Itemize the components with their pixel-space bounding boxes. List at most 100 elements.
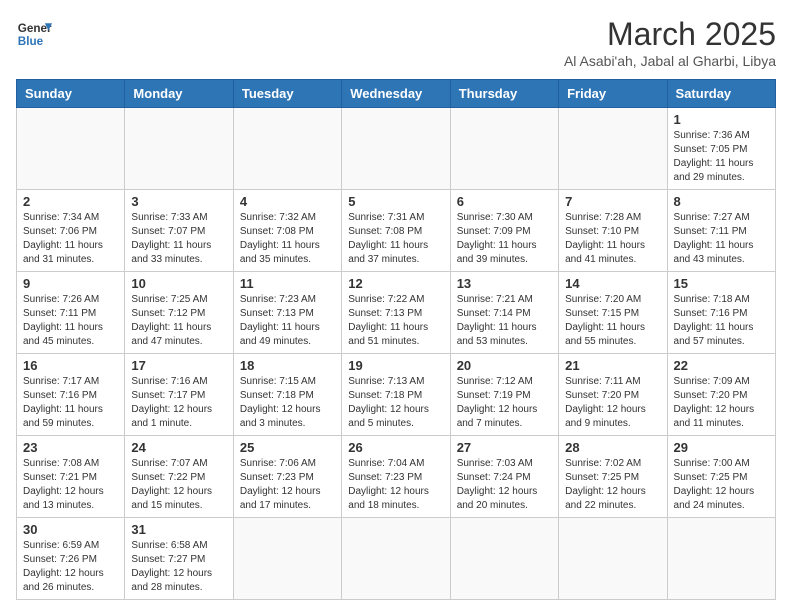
day-number: 28: [565, 440, 660, 455]
day-info: Sunrise: 7:31 AM Sunset: 7:08 PM Dayligh…: [348, 211, 443, 267]
calendar-cell: 27 Sunrise: 7:03 AM Sunset: 7:24 PM Dayli…: [450, 436, 558, 518]
calendar-cell: 31 Sunrise: 6:58 AM Sunset: 7:27 PM Dayli…: [125, 518, 233, 600]
day-number: 4: [240, 194, 335, 209]
calendar-cell: [233, 518, 341, 600]
calendar-cell: 9Sunrise: 7:26 AM Sunset: 7:11 PM Daylig…: [17, 272, 125, 354]
day-info: Sunrise: 7:04 AM Sunset: 7:23 PM Dayligh…: [348, 457, 443, 513]
calendar: SundayMondayTuesdayWednesdayThursdayFrid…: [16, 79, 776, 600]
calendar-cell: 2 Sunrise: 7:34 AM Sunset: 7:06 PM Daylig…: [17, 190, 125, 272]
day-number: 17: [131, 358, 226, 373]
day-info: Sunrise: 7:36 AM Sunset: 7:05 PM Dayligh…: [674, 129, 769, 185]
day-info: Sunrise: 7:00 AM Sunset: 7:25 PM Dayligh…: [674, 457, 769, 513]
calendar-cell: 5 Sunrise: 7:31 AM Sunset: 7:08 PM Daylig…: [342, 190, 450, 272]
day-info: Sunrise: 6:59 AM Sunset: 7:26 PM Dayligh…: [23, 539, 118, 595]
day-number: 5: [348, 194, 443, 209]
day-number: 2: [23, 194, 118, 209]
calendar-cell: 29 Sunrise: 7:00 AM Sunset: 7:25 PM Dayli…: [667, 436, 775, 518]
day-info: Sunrise: 7:21 AM Sunset: 7:14 PM Dayligh…: [457, 293, 552, 349]
calendar-week-1: 2 Sunrise: 7:34 AM Sunset: 7:06 PM Daylig…: [17, 190, 776, 272]
calendar-cell: [559, 518, 667, 600]
day-number: 31: [131, 522, 226, 537]
day-info: Sunrise: 7:34 AM Sunset: 7:06 PM Dayligh…: [23, 211, 118, 267]
calendar-cell: [233, 108, 341, 190]
calendar-header-row: SundayMondayTuesdayWednesdayThursdayFrid…: [17, 80, 776, 108]
day-number: 12: [348, 276, 443, 291]
day-info: Sunrise: 7:32 AM Sunset: 7:08 PM Dayligh…: [240, 211, 335, 267]
day-info: Sunrise: 7:02 AM Sunset: 7:25 PM Dayligh…: [565, 457, 660, 513]
day-info: Sunrise: 7:11 AM Sunset: 7:20 PM Dayligh…: [565, 375, 660, 431]
calendar-cell: 30Sunrise: 6:59 AM Sunset: 7:26 PM Dayli…: [17, 518, 125, 600]
calendar-cell: 21 Sunrise: 7:11 AM Sunset: 7:20 PM Dayli…: [559, 354, 667, 436]
subtitle: Al Asabi'ah, Jabal al Gharbi, Libya: [564, 53, 776, 69]
day-number: 8: [674, 194, 769, 209]
day-number: 18: [240, 358, 335, 373]
day-info: Sunrise: 7:28 AM Sunset: 7:10 PM Dayligh…: [565, 211, 660, 267]
calendar-cell: 11Sunrise: 7:23 AM Sunset: 7:13 PM Dayli…: [233, 272, 341, 354]
day-number: 10: [131, 276, 226, 291]
calendar-cell: 10Sunrise: 7:25 AM Sunset: 7:12 PM Dayli…: [125, 272, 233, 354]
calendar-cell: 23Sunrise: 7:08 AM Sunset: 7:21 PM Dayli…: [17, 436, 125, 518]
calendar-cell: 6 Sunrise: 7:30 AM Sunset: 7:09 PM Daylig…: [450, 190, 558, 272]
day-info: Sunrise: 7:07 AM Sunset: 7:22 PM Dayligh…: [131, 457, 226, 513]
calendar-cell: [559, 108, 667, 190]
calendar-cell: 26Sunrise: 7:04 AM Sunset: 7:23 PM Dayli…: [342, 436, 450, 518]
calendar-week-5: 30Sunrise: 6:59 AM Sunset: 7:26 PM Dayli…: [17, 518, 776, 600]
calendar-cell: [450, 108, 558, 190]
calendar-cell: [125, 108, 233, 190]
calendar-cell: 12 Sunrise: 7:22 AM Sunset: 7:13 PM Dayli…: [342, 272, 450, 354]
day-number: 29: [674, 440, 769, 455]
calendar-header-sunday: Sunday: [17, 80, 125, 108]
header: General Blue March 2025 Al Asabi'ah, Jab…: [16, 16, 776, 69]
day-number: 7: [565, 194, 660, 209]
calendar-cell: [342, 108, 450, 190]
calendar-cell: 24 Sunrise: 7:07 AM Sunset: 7:22 PM Dayli…: [125, 436, 233, 518]
day-number: 16: [23, 358, 118, 373]
day-info: Sunrise: 7:15 AM Sunset: 7:18 PM Dayligh…: [240, 375, 335, 431]
day-info: Sunrise: 7:27 AM Sunset: 7:11 PM Dayligh…: [674, 211, 769, 267]
calendar-cell: 1 Sunrise: 7:36 AM Sunset: 7:05 PM Daylig…: [667, 108, 775, 190]
day-info: Sunrise: 7:13 AM Sunset: 7:18 PM Dayligh…: [348, 375, 443, 431]
day-number: 19: [348, 358, 443, 373]
day-info: Sunrise: 7:18 AM Sunset: 7:16 PM Dayligh…: [674, 293, 769, 349]
day-info: Sunrise: 7:08 AM Sunset: 7:21 PM Dayligh…: [23, 457, 118, 513]
day-number: 3: [131, 194, 226, 209]
calendar-cell: [667, 518, 775, 600]
calendar-cell: [17, 108, 125, 190]
day-info: Sunrise: 7:03 AM Sunset: 7:24 PM Dayligh…: [457, 457, 552, 513]
day-number: 13: [457, 276, 552, 291]
calendar-cell: 15 Sunrise: 7:18 AM Sunset: 7:16 PM Dayli…: [667, 272, 775, 354]
calendar-week-4: 23Sunrise: 7:08 AM Sunset: 7:21 PM Dayli…: [17, 436, 776, 518]
day-number: 20: [457, 358, 552, 373]
calendar-cell: 22Sunrise: 7:09 AM Sunset: 7:20 PM Dayli…: [667, 354, 775, 436]
day-number: 25: [240, 440, 335, 455]
title-area: March 2025 Al Asabi'ah, Jabal al Gharbi,…: [564, 16, 776, 69]
calendar-header-saturday: Saturday: [667, 80, 775, 108]
day-info: Sunrise: 7:26 AM Sunset: 7:11 PM Dayligh…: [23, 293, 118, 349]
logo: General Blue: [16, 16, 52, 52]
day-info: Sunrise: 7:33 AM Sunset: 7:07 PM Dayligh…: [131, 211, 226, 267]
calendar-cell: 28 Sunrise: 7:02 AM Sunset: 7:25 PM Dayli…: [559, 436, 667, 518]
month-title: March 2025: [564, 16, 776, 53]
calendar-cell: 20Sunrise: 7:12 AM Sunset: 7:19 PM Dayli…: [450, 354, 558, 436]
calendar-cell: 14Sunrise: 7:20 AM Sunset: 7:15 PM Dayli…: [559, 272, 667, 354]
calendar-cell: 13 Sunrise: 7:21 AM Sunset: 7:14 PM Dayli…: [450, 272, 558, 354]
day-info: Sunrise: 7:16 AM Sunset: 7:17 PM Dayligh…: [131, 375, 226, 431]
day-number: 22: [674, 358, 769, 373]
day-number: 24: [131, 440, 226, 455]
svg-text:Blue: Blue: [18, 35, 44, 48]
calendar-cell: 19 Sunrise: 7:13 AM Sunset: 7:18 PM Dayli…: [342, 354, 450, 436]
calendar-header-thursday: Thursday: [450, 80, 558, 108]
day-number: 21: [565, 358, 660, 373]
day-info: Sunrise: 7:30 AM Sunset: 7:09 PM Dayligh…: [457, 211, 552, 267]
calendar-cell: 17 Sunrise: 7:16 AM Sunset: 7:17 PM Dayli…: [125, 354, 233, 436]
day-number: 27: [457, 440, 552, 455]
day-info: Sunrise: 7:23 AM Sunset: 7:13 PM Dayligh…: [240, 293, 335, 349]
calendar-cell: 8 Sunrise: 7:27 AM Sunset: 7:11 PM Daylig…: [667, 190, 775, 272]
day-number: 15: [674, 276, 769, 291]
day-number: 1: [674, 112, 769, 127]
day-info: Sunrise: 6:58 AM Sunset: 7:27 PM Dayligh…: [131, 539, 226, 595]
day-number: 6: [457, 194, 552, 209]
day-info: Sunrise: 7:22 AM Sunset: 7:13 PM Dayligh…: [348, 293, 443, 349]
calendar-cell: 25Sunrise: 7:06 AM Sunset: 7:23 PM Dayli…: [233, 436, 341, 518]
logo-icon: General Blue: [16, 16, 52, 52]
